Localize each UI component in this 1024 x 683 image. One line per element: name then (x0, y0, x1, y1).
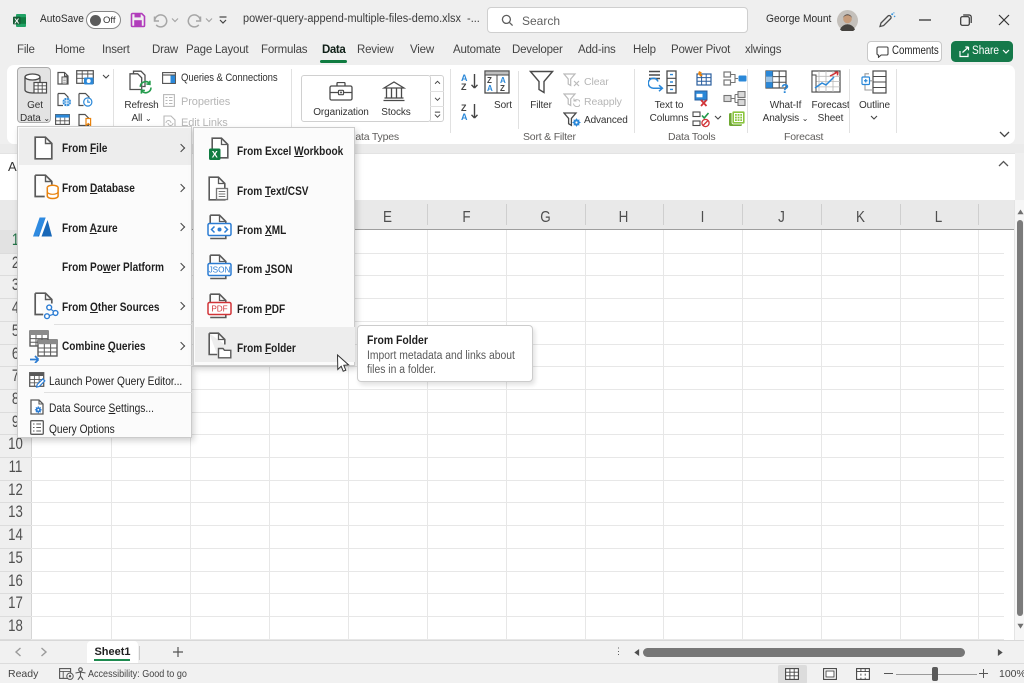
svg-text:X: X (212, 149, 218, 159)
svg-text:PDF: PDF (211, 305, 227, 314)
svg-text:Z: Z (461, 82, 467, 91)
svg-text:A: A (487, 84, 493, 93)
svg-text:X: X (14, 16, 19, 25)
svg-text:?: ? (781, 81, 789, 94)
svg-text:Z: Z (500, 84, 505, 93)
svg-text:A: A (461, 112, 468, 121)
svg-text:JSON: JSON (209, 266, 231, 275)
